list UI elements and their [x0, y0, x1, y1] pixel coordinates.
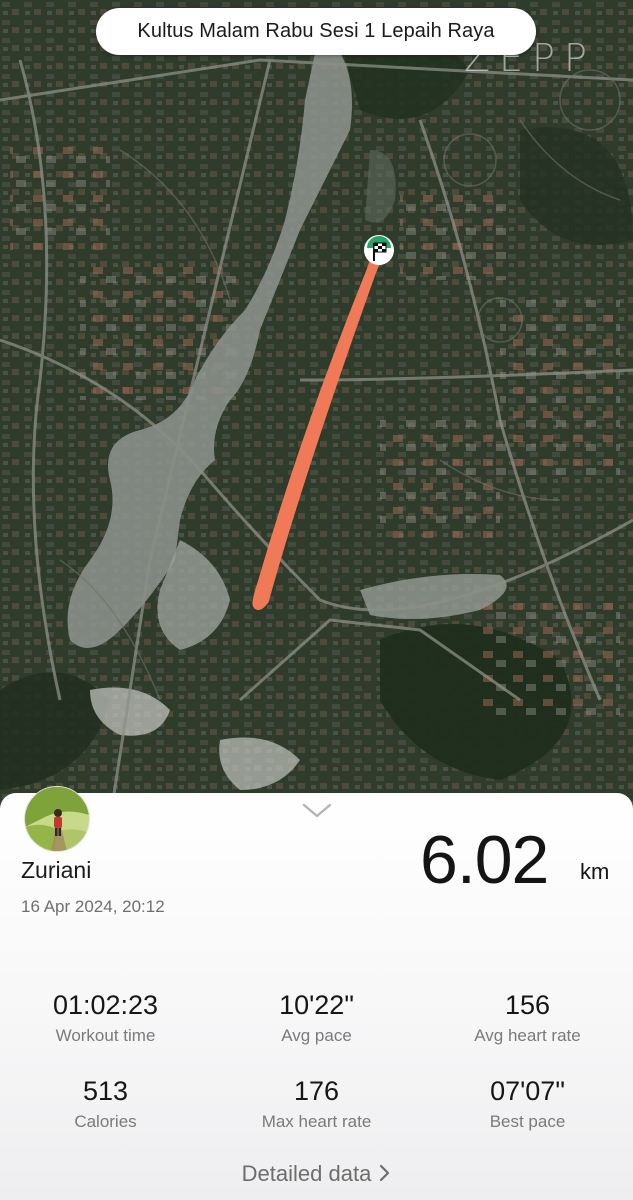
stat-workout-time: 01:02:23 Workout time	[0, 988, 211, 1047]
route-map[interactable]: Kultus Malam Rabu Sesi 1 Lepaih Raya ZEP…	[0, 0, 633, 820]
stat-value: 10'22"	[279, 990, 354, 1020]
avatar-image	[25, 787, 89, 851]
workout-summary-sheet: Zuriani 16 Apr 2024, 20:12 6.02 km 01:02…	[0, 786, 633, 1200]
stat-calories: 513 Calories	[0, 1074, 211, 1133]
stat-value: 07'07"	[490, 1076, 565, 1106]
stat-value: 01:02:23	[52, 990, 159, 1020]
distance-value: 6.02	[420, 822, 549, 898]
checkered-flag-icon	[364, 235, 394, 265]
stat-value: 176	[293, 1076, 340, 1106]
stat-label: Calories	[74, 1112, 137, 1131]
stat-label: Avg pace	[281, 1026, 352, 1045]
stat-avg-heart-rate: 156 Avg heart rate	[422, 988, 633, 1047]
distance-unit: km	[580, 859, 610, 884]
detailed-data-link[interactable]: Detailed data	[0, 1161, 633, 1187]
stat-label: Best pace	[489, 1112, 566, 1131]
stat-label: Avg heart rate	[474, 1026, 581, 1045]
workout-date: 16 Apr 2024, 20:12	[21, 897, 165, 916]
avatar[interactable]	[24, 786, 90, 852]
stat-best-pace: 07'07" Best pace	[422, 1074, 633, 1133]
workout-summary-screen: Kultus Malam Rabu Sesi 1 Lepaih Raya ZEP…	[0, 0, 633, 1200]
stat-avg-pace: 10'22" Avg pace	[211, 988, 422, 1047]
stat-value: 513	[82, 1076, 129, 1106]
stat-max-heart-rate: 176 Max heart rate	[211, 1074, 422, 1133]
detailed-data-label: Detailed data	[241, 1161, 372, 1186]
chevron-right-icon	[380, 1164, 390, 1182]
zepp-watermark: ZEPP	[464, 36, 596, 80]
chevron-down-icon[interactable]	[300, 799, 334, 821]
stat-label: Workout time	[55, 1026, 156, 1045]
stat-value: 156	[504, 990, 551, 1020]
user-name: Zuriani	[21, 857, 92, 883]
stat-label: Max heart rate	[261, 1112, 372, 1131]
satellite-map-imagery	[0, 0, 633, 820]
